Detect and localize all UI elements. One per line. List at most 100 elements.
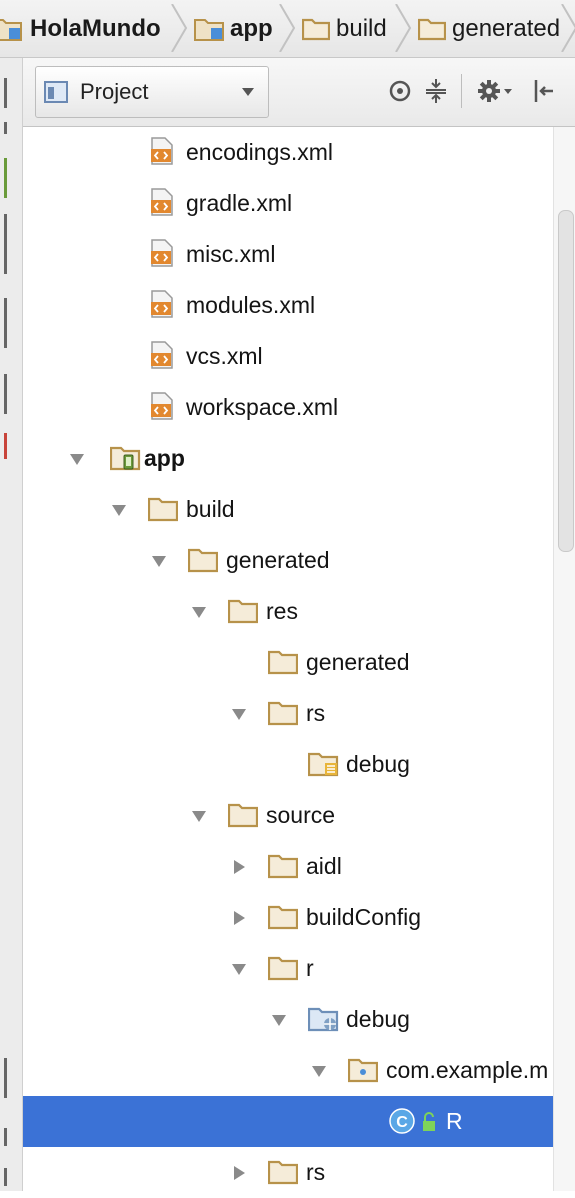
tree-item-aidl[interactable]: aidl bbox=[23, 841, 553, 892]
expand-arrow-icon[interactable] bbox=[68, 450, 86, 468]
folder-icon bbox=[268, 956, 298, 981]
tree-item-label: debug bbox=[346, 1006, 410, 1032]
breadcrumb-build[interactable]: build bbox=[302, 0, 387, 57]
expand-arrow-icon[interactable] bbox=[230, 960, 248, 978]
class-icon: C bbox=[389, 1108, 415, 1134]
tree-item-buildconfig[interactable]: buildConfig bbox=[23, 892, 553, 943]
strip-marker bbox=[4, 298, 7, 348]
tree-item-label: aidl bbox=[306, 853, 342, 879]
svg-text:C: C bbox=[396, 1114, 408, 1131]
tree-item-label: build bbox=[186, 496, 235, 522]
tree-item-workspace-xml[interactable]: workspace.xml bbox=[23, 382, 553, 433]
gear-icon bbox=[478, 80, 512, 102]
locate-button[interactable] bbox=[385, 74, 415, 108]
strip-marker bbox=[4, 1128, 7, 1146]
expand-arrow-icon[interactable] bbox=[230, 705, 248, 723]
expand-arrow-icon[interactable] bbox=[310, 1062, 328, 1080]
tree-item-label: source bbox=[266, 802, 336, 828]
toolbar-divider bbox=[461, 74, 462, 108]
breadcrumb-separator bbox=[561, 4, 575, 52]
tree-item-source-rs[interactable]: rs bbox=[23, 1147, 553, 1198]
tree-item-label: com.example.m bbox=[386, 1057, 549, 1083]
tree-item-app[interactable]: app bbox=[23, 433, 553, 484]
tree-item-r[interactable]: r bbox=[23, 943, 553, 994]
breadcrumb-separator bbox=[279, 4, 296, 52]
android-module-icon bbox=[110, 446, 141, 471]
tree-item-gradle-xml[interactable]: gradle.xml bbox=[23, 178, 553, 229]
package-icon bbox=[348, 1058, 378, 1083]
hide-panel-icon bbox=[534, 80, 553, 102]
hide-panel-button[interactable] bbox=[529, 74, 559, 108]
strip-marker bbox=[4, 122, 7, 134]
folder-icon bbox=[268, 854, 298, 879]
tree-item-source[interactable]: source bbox=[23, 790, 553, 841]
tree-item-r-debug[interactable]: debug bbox=[23, 994, 553, 1045]
folder-icon bbox=[228, 599, 258, 624]
expand-arrow-icon[interactable] bbox=[270, 1011, 288, 1029]
module-folder-icon bbox=[194, 18, 224, 41]
tree-item-label: debug bbox=[346, 751, 410, 777]
tree-item-label: rs bbox=[306, 700, 326, 726]
tree-item-res-generated[interactable]: generated bbox=[23, 637, 553, 688]
strip-marker bbox=[4, 433, 7, 459]
folder-icon bbox=[268, 650, 298, 675]
resource-folder-icon bbox=[308, 752, 339, 777]
tree-item-r-class[interactable]: C R bbox=[23, 1096, 553, 1147]
folder-icon bbox=[302, 18, 330, 40]
tree-item-label: buildConfig bbox=[306, 904, 422, 930]
tree-item-res[interactable]: res bbox=[23, 586, 553, 637]
tree-item-package[interactable]: com.example.m bbox=[23, 1045, 553, 1096]
project-view-dropdown[interactable]: Project bbox=[35, 66, 269, 118]
tree-item-label: generated bbox=[226, 547, 330, 573]
breadcrumb-label: app bbox=[230, 14, 273, 42]
folder-icon bbox=[188, 548, 218, 573]
settings-button[interactable] bbox=[475, 74, 515, 108]
folder-icon bbox=[268, 701, 298, 726]
lock-icon bbox=[423, 1112, 435, 1131]
tree-item-modules-xml[interactable]: modules.xml bbox=[23, 280, 553, 331]
tree-item-res-rs[interactable]: rs bbox=[23, 688, 553, 739]
tree-item-generated[interactable]: generated bbox=[23, 535, 553, 586]
strip-marker bbox=[4, 374, 7, 414]
strip-marker bbox=[4, 78, 7, 108]
module-folder-icon bbox=[0, 18, 22, 41]
breadcrumb-holamundo[interactable]: HolaMundo bbox=[0, 0, 161, 57]
tree-item-label: workspace.xml bbox=[186, 394, 339, 420]
folder-icon bbox=[148, 497, 178, 522]
breadcrumb-label: HolaMundo bbox=[30, 14, 161, 42]
xml-file-icon bbox=[151, 239, 173, 267]
tree-item-label: modules.xml bbox=[186, 292, 316, 318]
tree-item-label: vcs.xml bbox=[186, 343, 263, 369]
expand-arrow-icon[interactable] bbox=[150, 552, 168, 570]
breadcrumb-separator bbox=[171, 4, 188, 52]
expand-arrow-icon[interactable] bbox=[190, 603, 208, 621]
collapse-all-button[interactable] bbox=[421, 74, 451, 108]
tree-item-build[interactable]: build bbox=[23, 484, 553, 535]
strip-marker bbox=[4, 158, 7, 198]
expand-arrow-icon[interactable] bbox=[110, 501, 128, 519]
breadcrumb-app[interactable]: app bbox=[194, 0, 273, 57]
collapse-arrow-icon[interactable] bbox=[230, 1164, 248, 1182]
tree-item-encodings-xml[interactable]: encodings.xml bbox=[23, 127, 553, 178]
folder-icon bbox=[268, 1160, 298, 1185]
xml-file-icon bbox=[151, 188, 173, 216]
collapse-arrow-icon[interactable] bbox=[230, 858, 248, 876]
tree-item-misc-xml[interactable]: misc.xml bbox=[23, 229, 553, 280]
tree-item-vcs-xml[interactable]: vcs.xml bbox=[23, 331, 553, 382]
tree-item-rs-debug[interactable]: debug bbox=[23, 739, 553, 790]
breadcrumb-generated[interactable]: generated bbox=[418, 0, 560, 57]
strip-marker bbox=[4, 214, 7, 274]
folder-icon bbox=[418, 18, 446, 40]
tool-window-strip bbox=[0, 58, 23, 1191]
strip-marker bbox=[4, 1058, 7, 1098]
breadcrumb-separator bbox=[395, 4, 412, 52]
collapse-arrow-icon[interactable] bbox=[230, 909, 248, 927]
xml-file-icon bbox=[151, 137, 173, 165]
expand-arrow-icon[interactable] bbox=[190, 807, 208, 825]
tree-item-label: rs bbox=[306, 1159, 326, 1185]
source-root-folder-icon bbox=[308, 1007, 339, 1032]
project-view-label: Project bbox=[80, 79, 149, 104]
xml-file-icon bbox=[151, 290, 173, 318]
strip-marker bbox=[4, 1168, 7, 1186]
tree-item-label: generated bbox=[306, 649, 410, 675]
